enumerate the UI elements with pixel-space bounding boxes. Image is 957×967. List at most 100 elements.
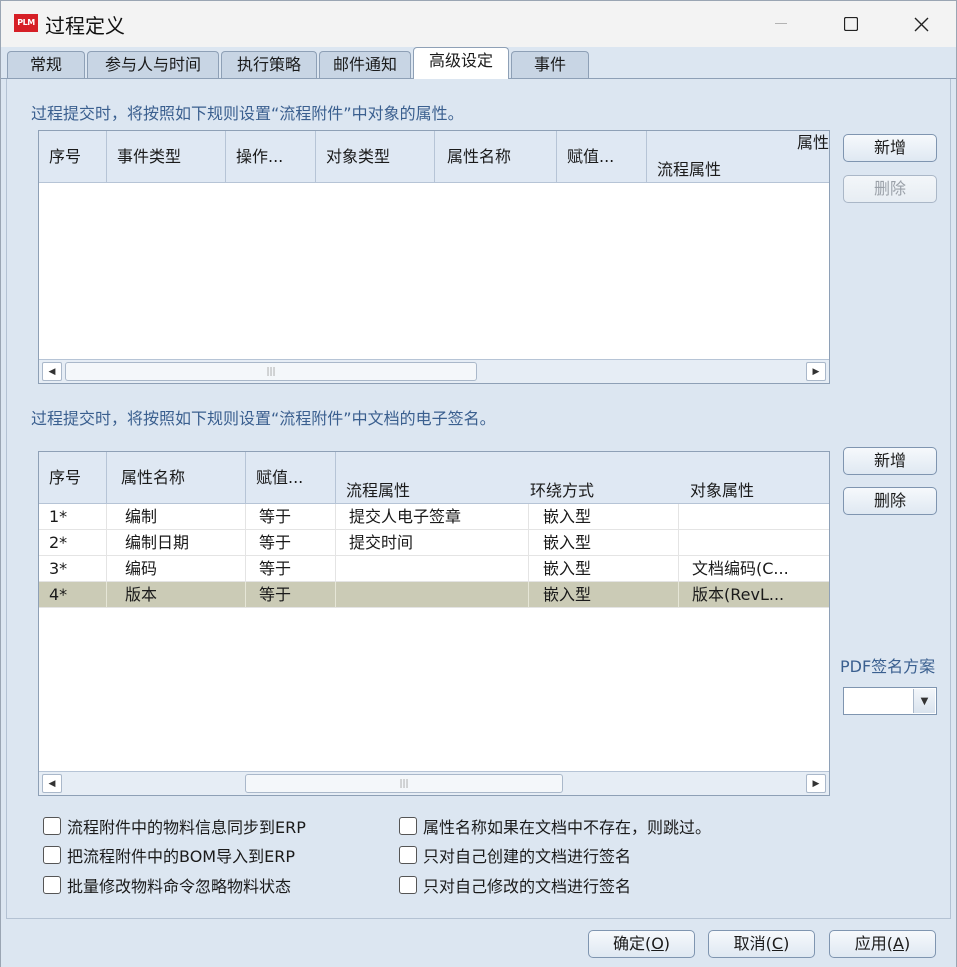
checkbox-label: 只对自己修改的文档进行签名 (423, 877, 632, 896)
window-title: 过程定义 (45, 14, 125, 38)
tab-participants-time[interactable]: 参与人与时间 (87, 51, 219, 79)
minimize-button[interactable] (746, 1, 816, 47)
cell-assign: 等于 (246, 504, 336, 530)
signature-rule-label: 过程提交时，将按照如下规则设置“流程附件”中文档的电子签名。 (31, 409, 496, 428)
column-attribute-name[interactable]: 属性名称 (107, 452, 246, 504)
scroll-left-button[interactable]: ◀ (42, 774, 62, 793)
ok-button[interactable]: 确定(O) (588, 930, 695, 958)
table-row[interactable]: 2* 编制日期 等于 提交时间 嵌入型 (39, 530, 829, 556)
checkbox-label: 只对自己创建的文档进行签名 (423, 847, 632, 866)
cell-index: 2* (39, 530, 107, 556)
pdf-scheme-label: PDF签名方案 (840, 657, 936, 676)
tab-mail-notification[interactable]: 邮件通知 (319, 51, 411, 79)
checkbox[interactable] (399, 846, 417, 864)
checkbox[interactable] (399, 876, 417, 894)
column-assign[interactable]: 赋值... (557, 131, 647, 183)
pdf-scheme-select[interactable]: ▼ (843, 687, 937, 715)
scroll-left-button[interactable]: ◀ (42, 362, 62, 381)
close-button[interactable] (886, 1, 956, 47)
table-header: 序号 事件类型 操作... 对象类型 属性名称 赋值... 属性 流程属性 (39, 131, 829, 183)
cancel-button[interactable]: 取消(C) (708, 930, 815, 958)
cell-attribute-name: 编制日期 (107, 530, 246, 556)
arrow-left-icon: ◀ (48, 778, 56, 789)
checkbox-label: 流程附件中的物料信息同步到ERP (67, 818, 306, 837)
dropdown-button[interactable]: ▼ (913, 689, 935, 713)
add-attribute-rule-button[interactable]: 新增 (843, 134, 937, 162)
attribute-rule-table: 序号 事件类型 操作... 对象类型 属性名称 赋值... 属性 流程属性 ◀ … (38, 130, 830, 384)
tab-general[interactable]: 常规 (7, 51, 85, 79)
column-flow-attribute[interactable]: 流程属性 (336, 452, 522, 504)
ok-button-label: 确定 (612, 934, 645, 953)
cancel-accelerator: C (771, 934, 784, 953)
scroll-thumb[interactable]: ||| (245, 774, 563, 793)
checkbox[interactable] (43, 846, 61, 864)
chevron-down-icon: ▼ (920, 695, 929, 707)
table-header: 序号 属性名称 赋值... 流程属性 环绕方式 对象属性 (39, 452, 829, 504)
minimize-icon (775, 23, 787, 24)
cell-index: 3* (39, 556, 107, 582)
maximize-button[interactable] (816, 1, 886, 47)
table-row[interactable]: 3* 编码 等于 嵌入型 文档编码(C... (39, 556, 829, 582)
cell-index: 1* (39, 504, 107, 530)
column-object-type[interactable]: 对象类型 (316, 131, 435, 183)
table-row[interactable]: 1* 编制 等于 提交人电子签章 嵌入型 (39, 504, 829, 530)
cell-flow-attribute (336, 556, 529, 582)
column-index[interactable]: 序号 (39, 452, 107, 504)
column-wrap-mode[interactable]: 环绕方式 (522, 452, 670, 504)
cell-assign: 等于 (246, 556, 336, 582)
checkbox[interactable] (43, 817, 61, 835)
scroll-thumb[interactable]: ||| (65, 362, 477, 381)
cell-assign: 等于 (246, 530, 336, 556)
cell-flow-attribute (336, 582, 529, 608)
table-row-selected[interactable]: 4* 版本 等于 嵌入型 版本(RevL... (39, 582, 829, 608)
cancel-button-label: 取消 (733, 934, 766, 953)
arrow-right-icon: ▶ (812, 778, 820, 789)
checkbox-label: 属性名称如果在文档中不存在，则跳过。 (423, 818, 712, 837)
tab-execution-strategy[interactable]: 执行策略 (221, 51, 317, 79)
cell-flow-attribute: 提交人电子签章 (336, 504, 529, 530)
grip-icon: ||| (266, 366, 276, 377)
horizontal-scrollbar[interactable]: ◀ ||| ▶ (39, 771, 829, 795)
sign-own-modified-option[interactable]: 只对自己修改的文档进行签名 (399, 873, 631, 897)
apply-button-label: 应用 (854, 934, 887, 953)
scroll-right-button[interactable]: ▶ (806, 362, 826, 381)
column-flow-attribute[interactable]: 流程属性 (657, 157, 721, 183)
checkbox[interactable] (43, 876, 61, 894)
attribute-rule-label: 过程提交时，将按照如下规则设置“流程附件”中对象的属性。 (31, 104, 464, 123)
cell-assign: 等于 (246, 582, 336, 608)
cell-attribute-name: 版本 (107, 582, 246, 608)
cell-wrap-mode: 嵌入型 (529, 504, 679, 530)
column-operation[interactable]: 操作... (226, 131, 316, 183)
plm-app-icon: PLM (14, 14, 38, 32)
apply-button[interactable]: 应用(A) (829, 930, 936, 958)
horizontal-scrollbar[interactable]: ◀ ||| ▶ (39, 359, 829, 383)
delete-attribute-rule-button[interactable]: 删除 (843, 175, 937, 203)
group-header-attribute: 属性 (796, 133, 829, 152)
cell-wrap-mode: 嵌入型 (529, 582, 679, 608)
sign-own-created-option[interactable]: 只对自己创建的文档进行签名 (399, 843, 631, 867)
tab-events[interactable]: 事件 (511, 51, 589, 79)
cell-index: 4* (39, 582, 107, 608)
column-object-attribute[interactable]: 对象属性 (670, 452, 829, 504)
scroll-right-button[interactable]: ▶ (806, 774, 826, 793)
cell-flow-attribute: 提交时间 (336, 530, 529, 556)
ok-accelerator: O (651, 934, 664, 953)
column-event-type[interactable]: 事件类型 (107, 131, 226, 183)
grip-icon: ||| (399, 778, 409, 789)
ignore-material-status-option[interactable]: 批量修改物料命令忽略物料状态 (43, 873, 291, 897)
import-bom-erp-option[interactable]: 把流程附件中的BOM导入到ERP (43, 843, 295, 867)
checkbox-label: 批量修改物料命令忽略物料状态 (67, 877, 292, 896)
skip-missing-attribute-option[interactable]: 属性名称如果在文档中不存在，则跳过。 (399, 814, 711, 838)
tab-advanced-settings[interactable]: 高级设定 (413, 47, 509, 79)
delete-signature-rule-button[interactable]: 删除 (843, 487, 937, 515)
apply-accelerator: A (893, 934, 904, 953)
add-signature-rule-button[interactable]: 新增 (843, 447, 937, 475)
close-icon (914, 17, 928, 31)
column-assign[interactable]: 赋值... (246, 452, 336, 504)
cell-object-attribute (679, 530, 829, 556)
checkbox[interactable] (399, 817, 417, 835)
column-attribute-name[interactable]: 属性名称 (435, 131, 557, 183)
arrow-left-icon: ◀ (48, 366, 56, 377)
column-index[interactable]: 序号 (39, 131, 107, 183)
sync-material-erp-option[interactable]: 流程附件中的物料信息同步到ERP (43, 814, 306, 838)
